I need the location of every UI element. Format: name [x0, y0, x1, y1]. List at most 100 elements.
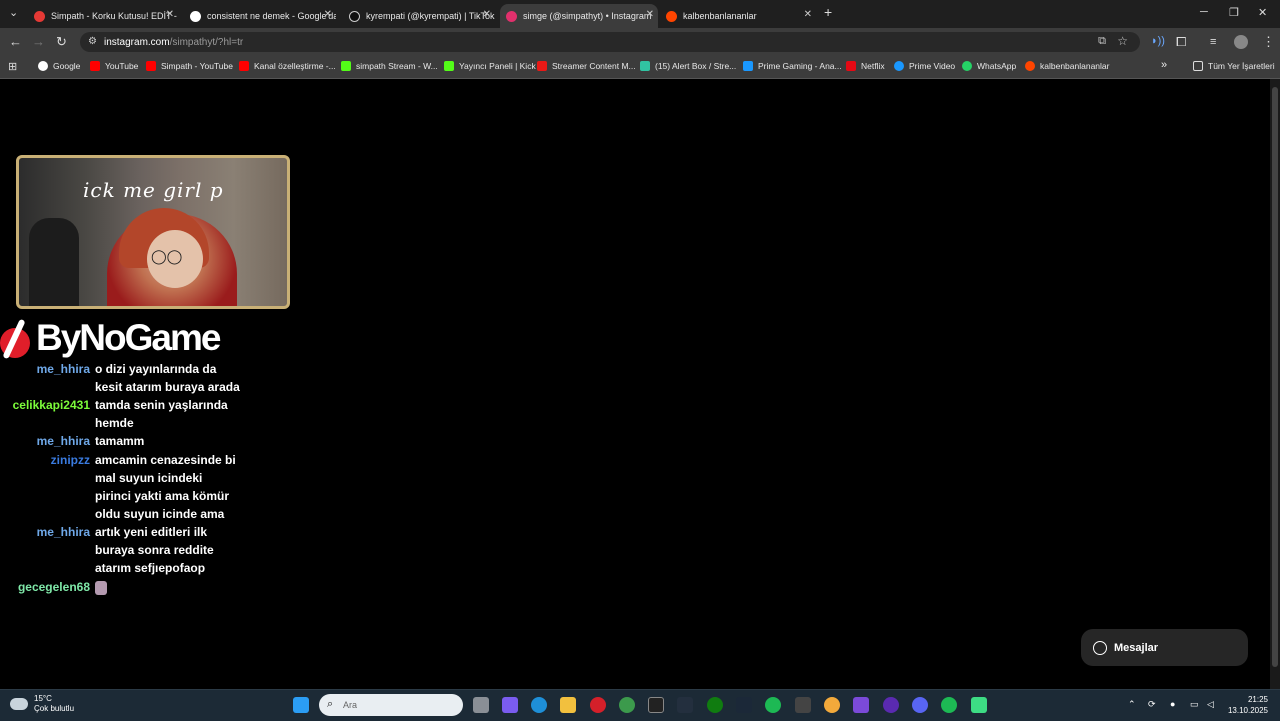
sync-icon[interactable]: ⟳: [1148, 699, 1156, 710]
spotify-icon[interactable]: [765, 697, 781, 713]
bookmark-item[interactable]: Google: [38, 61, 80, 71]
forward-arrow-icon[interactable]: →: [32, 34, 45, 49]
new-tab-plus-icon[interactable]: +: [824, 4, 832, 20]
close-tab-icon[interactable]: ✕: [804, 9, 812, 20]
chat-text: [95, 578, 240, 596]
site-info-icon[interactable]: ⚙: [88, 36, 97, 47]
reload-icon[interactable]: ↻: [56, 34, 67, 50]
steam-icon[interactable]: [736, 697, 752, 713]
apps-grid-icon[interactable]: ⊞: [8, 60, 17, 73]
bynogame-logo: ByNoGame: [0, 314, 221, 362]
edge-icon[interactable]: [531, 697, 547, 713]
capcut-icon[interactable]: [795, 697, 811, 713]
spotify-icon[interactable]: [941, 697, 957, 713]
bookmark-label: Prime Video: [909, 61, 956, 71]
bookmark-label: Tüm Yer İşaretleri: [1208, 61, 1275, 71]
bookmark-item[interactable]: Prime Video: [894, 61, 955, 71]
tab-google[interactable]: consistent ne demek - Google'da ✕: [184, 4, 336, 28]
whatsapp-icon: [962, 61, 972, 71]
chat-username: me_hhira: [36, 525, 90, 539]
background-person-image: [29, 218, 79, 306]
clipchamp-icon[interactable]: [853, 697, 869, 713]
bookmark-item[interactable]: Prime Gaming - Ana...: [743, 61, 842, 71]
amazon-icon[interactable]: [677, 697, 693, 713]
profile-avatar[interactable]: [1234, 35, 1248, 49]
taskbar-search[interactable]: ⌕ Ara: [319, 694, 463, 716]
glasses-icon: ◯◯: [151, 248, 183, 264]
file-explorer-icon[interactable]: [560, 697, 576, 713]
close-tab-icon[interactable]: ✕: [483, 9, 491, 20]
instagram-favicon-icon: [506, 10, 517, 22]
tray-chevron-up-icon[interactable]: ⌃: [1128, 699, 1136, 710]
all-bookmarks-folder[interactable]: Tüm Yer İşaretleri: [1193, 61, 1275, 71]
bookmark-label: Yayıncı Paneli | Kick: [459, 61, 536, 71]
bookmark-item[interactable]: simpath Stream - W...: [341, 61, 438, 71]
copilot-icon[interactable]: [502, 697, 518, 713]
tab-title: simge (@simpathyt) • Instagram: [523, 11, 652, 21]
maximize-icon[interactable]: ❐: [1229, 6, 1239, 19]
tab-tiktok[interactable]: kyrempati (@kyrempati) | TikTok ✕: [343, 4, 495, 28]
app-icon[interactable]: [824, 697, 840, 713]
media-control-icon[interactable]: ≡: [1210, 36, 1216, 48]
xbox-icon[interactable]: [707, 697, 723, 713]
system-clock[interactable]: 21:25 13.10.2025: [1228, 694, 1268, 716]
close-tab-icon[interactable]: ✕: [646, 9, 654, 20]
browser-toolbar: ← → ↻ ⚙ instagram.com/simpathyt/?hl=tr ⧉…: [0, 28, 1280, 56]
more-bookmarks-chevron-icon[interactable]: »: [1161, 59, 1167, 71]
bookmark-item[interactable]: Kanal özelleştirme -...: [239, 61, 336, 71]
kick-icon: [444, 61, 454, 71]
microphone-icon[interactable]: ●: [1170, 699, 1175, 709]
address-bar[interactable]: ⚙ instagram.com/simpathyt/?hl=tr ⧉ ☆: [80, 32, 1140, 52]
volume-icon[interactable]: ◁: [1207, 699, 1214, 710]
chrome-icon[interactable]: [619, 697, 635, 713]
tab-youtube[interactable]: Simpath - Korku Kutusu! EDİT - ✕: [28, 4, 178, 28]
install-app-icon[interactable]: ⧉: [1098, 35, 1106, 48]
tab-title: kalbenbanlananlar: [683, 11, 757, 21]
netflix-icon: [846, 61, 856, 71]
discord-icon[interactable]: [912, 697, 928, 713]
bookmark-item[interactable]: kalbenbanlananlar: [1025, 61, 1109, 71]
bookmark-item[interactable]: YouTube: [90, 61, 138, 71]
search-placeholder: Ara: [343, 700, 358, 710]
close-window-icon[interactable]: ✕: [1258, 6, 1267, 19]
close-tab-icon[interactable]: ✕: [166, 9, 174, 20]
close-tab-icon[interactable]: ✕: [324, 9, 332, 20]
task-view-icon[interactable]: [473, 697, 489, 713]
epic-games-icon[interactable]: [648, 697, 664, 713]
app-icon[interactable]: [971, 697, 987, 713]
bookmark-item[interactable]: Netflix: [846, 61, 885, 71]
extensions-puzzle-icon[interactable]: ⧠: [1176, 34, 1186, 50]
weather-widget[interactable]: 15°C Çok bulutlu: [10, 694, 74, 714]
bynogame-mark-icon: [0, 318, 32, 360]
chat-username: zinipzz: [50, 453, 90, 467]
bookmark-item[interactable]: (15) Alert Box / Stre...: [640, 61, 736, 71]
url-text[interactable]: instagram.com/simpathyt/?hl=tr: [104, 37, 243, 48]
windows-start-icon[interactable]: [293, 697, 309, 713]
bookmark-item[interactable]: Streamer Content M...: [537, 61, 636, 71]
bookmark-item[interactable]: Simpath - YouTube: [146, 61, 233, 71]
tab-search-chevron-icon[interactable]: ⌄: [9, 6, 18, 19]
streamer-icon: [537, 61, 547, 71]
tab-reddit[interactable]: kalbenbanlananlar ✕: [660, 4, 816, 28]
messages-button[interactable]: Mesajlar: [1081, 629, 1248, 666]
opera-icon[interactable]: [590, 697, 606, 713]
bookmark-star-icon[interactable]: ☆: [1117, 34, 1128, 48]
bookmarks-bar: ⊞ Google YouTube Simpath - YouTube Kanal…: [0, 56, 1280, 79]
minimize-icon[interactable]: ─: [1200, 6, 1208, 18]
chat-username: celikkapi2431: [12, 398, 90, 412]
obs-icon[interactable]: [883, 697, 899, 713]
extension-audio-icon[interactable]: ◗)): [1151, 35, 1165, 47]
youtube-icon: [90, 61, 100, 71]
google-favicon-icon: [190, 10, 201, 22]
tab-instagram[interactable]: simge (@simpathyt) • Instagram ✕: [500, 4, 658, 28]
bookmark-label: kalbenbanlananlar: [1040, 61, 1110, 71]
back-arrow-icon[interactable]: ←: [9, 34, 22, 49]
youtube-icon: [239, 61, 249, 71]
scrollbar-thumb[interactable]: [1272, 87, 1278, 667]
bookmark-item[interactable]: WhatsApp: [962, 61, 1016, 71]
bookmark-item[interactable]: Yayıncı Paneli | Kick: [444, 61, 536, 71]
bookmark-label: YouTube: [105, 61, 139, 71]
network-icon[interactable]: ▭: [1190, 699, 1199, 710]
page-scrollbar[interactable]: [1270, 79, 1280, 689]
menu-kebab-icon[interactable]: ⋮: [1262, 34, 1275, 50]
